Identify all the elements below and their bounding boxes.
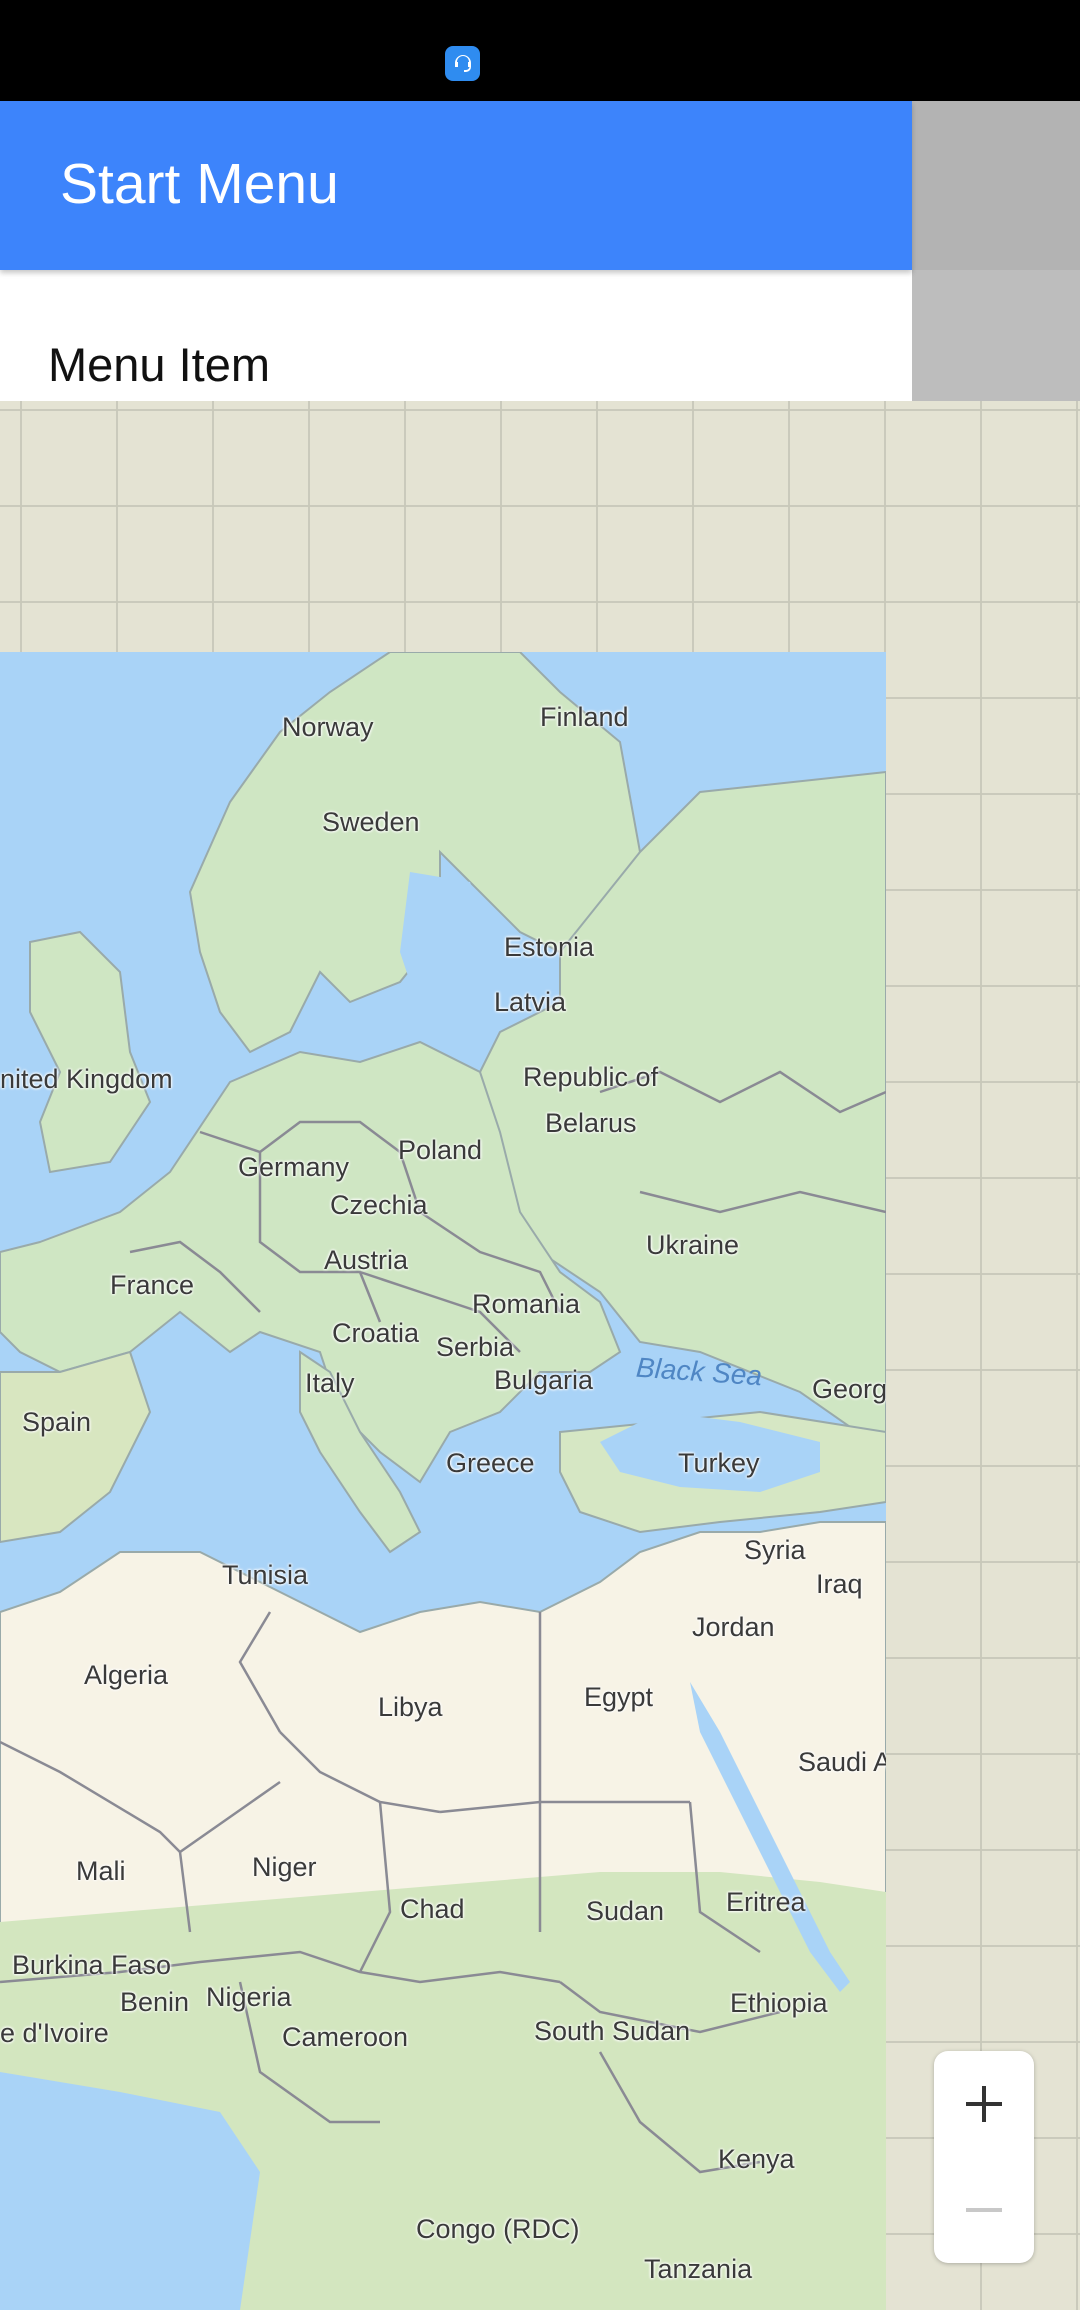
navigation-drawer: Start Menu Menu Item	[0, 101, 912, 401]
map-label-jordan: Jordan	[692, 1612, 775, 1642]
map-land-shapes	[0, 652, 886, 2310]
zoom-in-button[interactable]	[934, 2051, 1034, 2157]
minus-icon	[966, 2208, 1002, 2212]
map-label-greece: Greece	[446, 1448, 535, 1478]
map-label-latvia: Latvia	[494, 987, 567, 1017]
drawer-scrim[interactable]	[912, 101, 1080, 401]
map-label-italy: Italy	[305, 1368, 355, 1398]
map-label-ethiopia: Ethiopia	[730, 1988, 828, 2018]
map-label-czechia: Czechia	[330, 1190, 428, 1220]
map-label-nigeria: Nigeria	[206, 1982, 292, 2012]
scrim-header-shade	[912, 101, 1080, 270]
drawer-header: Start Menu	[0, 101, 912, 270]
map-label-south-sudan: South Sudan	[534, 2016, 691, 2046]
map-label-austria: Austria	[324, 1245, 409, 1275]
map-label-saudi-arabia: Saudi Arabia	[798, 1747, 886, 1777]
map-label-tunisia: Tunisia	[222, 1560, 309, 1590]
drawer-title: Start Menu	[60, 152, 339, 216]
map-label-cote-divoire: e d'Ivoire	[0, 2018, 109, 2048]
map-label-turkey: Turkey	[678, 1448, 760, 1478]
map-label-france: France	[110, 1270, 195, 1300]
map-label-algeria: Algeria	[84, 1660, 169, 1690]
map-label-united-kingdom: nited Kingdom	[0, 1064, 173, 1094]
map-label-republic-of: Republic of	[523, 1062, 659, 1092]
map-label-bulgaria: Bulgaria	[494, 1365, 594, 1395]
app-screen: Norway Finland Sweden Estonia Latvia nit…	[0, 0, 1080, 2310]
map-label-chad: Chad	[400, 1894, 465, 1924]
menu-item[interactable]: Menu Item	[48, 337, 270, 392]
map-label-georgia: Georgia	[812, 1374, 886, 1404]
map-label-poland: Poland	[398, 1135, 483, 1165]
map-label-iraq: Iraq	[816, 1569, 863, 1599]
map-label-syria: Syria	[744, 1535, 806, 1565]
support-agent-icon	[445, 46, 480, 81]
map-label-cameroon: Cameroon	[282, 2022, 409, 2052]
map-label-eritrea: Eritrea	[726, 1887, 806, 1917]
map-label-tanzania: Tanzania	[644, 2254, 753, 2284]
map-label-serbia: Serbia	[436, 1332, 515, 1362]
map-label-niger: Niger	[252, 1852, 317, 1882]
map-label-germany: Germany	[238, 1152, 350, 1182]
map-label-benin: Benin	[120, 1987, 190, 2017]
map-label-libya: Libya	[378, 1692, 443, 1722]
map-label-croatia: Croatia	[332, 1318, 420, 1348]
zoom-control	[934, 2051, 1034, 2263]
zoom-out-button[interactable]	[934, 2157, 1034, 2263]
map-label-egypt: Egypt	[584, 1682, 654, 1712]
map-label-finland: Finland	[540, 702, 629, 732]
map-label-kenya: Kenya	[718, 2144, 795, 2174]
map-label-belarus: Belarus	[545, 1108, 637, 1138]
map-label-burkina-faso: Burkina Faso	[12, 1950, 172, 1980]
map-label-spain: Spain	[22, 1407, 92, 1437]
map-label-mali: Mali	[76, 1856, 126, 1886]
map-label-ukraine: Ukraine	[646, 1230, 740, 1260]
map-label-sudan: Sudan	[586, 1896, 665, 1926]
map-label-norway: Norway	[282, 712, 374, 742]
map-label-romania: Romania	[472, 1289, 581, 1319]
map-label-estonia: Estonia	[504, 932, 595, 962]
map-label-sweden: Sweden	[322, 807, 420, 837]
map-label-congo: Congo (RDC)	[416, 2214, 580, 2244]
status-bar	[0, 0, 1080, 101]
plus-icon	[966, 2086, 1002, 2122]
map-tiles[interactable]: Norway Finland Sweden Estonia Latvia nit…	[0, 652, 886, 2310]
